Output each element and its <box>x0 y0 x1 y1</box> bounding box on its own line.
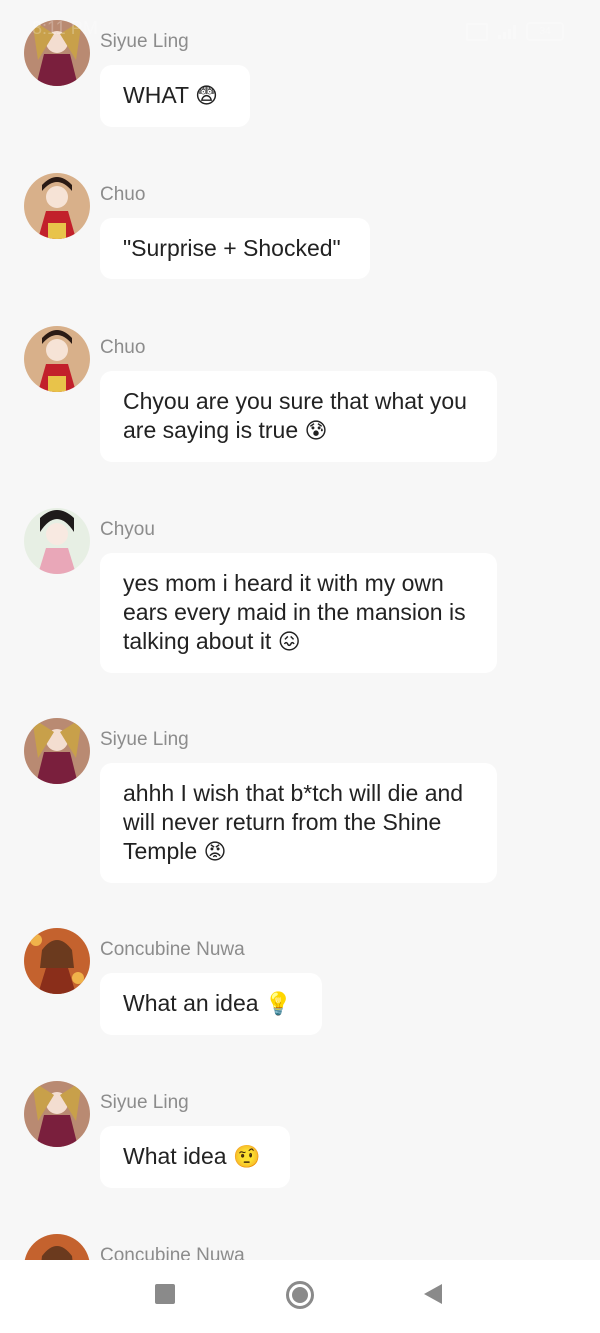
home-dot <box>292 1287 308 1303</box>
message-text: ahhh I wish that b*tch will die and will… <box>123 780 464 864</box>
message-text: What an idea <box>123 990 259 1016</box>
back-triangle-icon[interactable] <box>424 1284 442 1304</box>
raised-eyebrow-emoji-icon: 🤨 <box>232 1145 261 1170</box>
avatar[interactable] <box>24 928 90 994</box>
message-bubble[interactable]: WHAT 😨 <box>100 65 250 127</box>
angry-face-emoji-icon: 😡 <box>203 840 227 865</box>
message-list[interactable]: Siyue Ling WHAT 😨 Chuo "Surprise + Shock… <box>0 0 600 1260</box>
chat-screen: Siyue Ling WHAT 😨 Chuo "Surprise + Shock… <box>0 0 600 1333</box>
message-text: What idea <box>123 1143 227 1169</box>
navigation-bar <box>0 1260 600 1333</box>
avatar[interactable] <box>24 1081 90 1147</box>
battery-icon: 34 <box>526 22 564 41</box>
recents-square-icon[interactable] <box>155 1284 175 1304</box>
avatar[interactable] <box>24 326 90 392</box>
home-circle-icon[interactable] <box>286 1281 314 1309</box>
message-bubble[interactable]: What an idea 💡 <box>100 973 322 1035</box>
status-bar: 8:11 PM 34 <box>0 0 600 60</box>
confounded-face-emoji-icon: 😖 <box>277 630 301 655</box>
avatar[interactable] <box>24 718 90 784</box>
status-icons: 34 <box>466 22 564 41</box>
sender-name: Chyou <box>100 519 155 540</box>
sender-name: Siyue Ling <box>100 1092 189 1113</box>
message-bubble[interactable]: What idea 🤨 <box>100 1126 290 1188</box>
sender-name: Chuo <box>100 184 146 205</box>
message-bubble[interactable]: yes mom i heard it with my own ears ever… <box>100 553 497 673</box>
sender-name: Concubine Nuwa <box>100 939 245 960</box>
message-text: "Surprise + Shocked" <box>123 235 341 261</box>
avatar[interactable] <box>24 508 90 574</box>
avatar[interactable] <box>24 173 90 239</box>
sim-card-icon <box>466 22 488 41</box>
battery-level: 34 <box>539 25 551 37</box>
signal-icon <box>498 24 516 39</box>
sender-name: Chuo <box>100 337 146 358</box>
anxious-face-emoji-icon: 😰 <box>304 419 328 444</box>
message-bubble[interactable]: Chyou are you sure that what you are say… <box>100 371 497 462</box>
message-text: WHAT <box>123 82 189 108</box>
message-bubble[interactable]: ahhh I wish that b*tch will die and will… <box>100 763 497 883</box>
sender-name: Concubine Nuwa <box>100 1245 245 1260</box>
status-time: 8:11 PM <box>32 18 98 38</box>
light-bulb-emoji-icon: 💡 <box>264 992 293 1017</box>
message-text: Chyou are you sure that what you are say… <box>123 388 467 443</box>
message-bubble[interactable]: "Surprise + Shocked" <box>100 218 370 279</box>
avatar[interactable] <box>24 1234 90 1260</box>
fearful-face-emoji-icon: 😨 <box>194 84 218 109</box>
sender-name: Siyue Ling <box>100 729 189 750</box>
